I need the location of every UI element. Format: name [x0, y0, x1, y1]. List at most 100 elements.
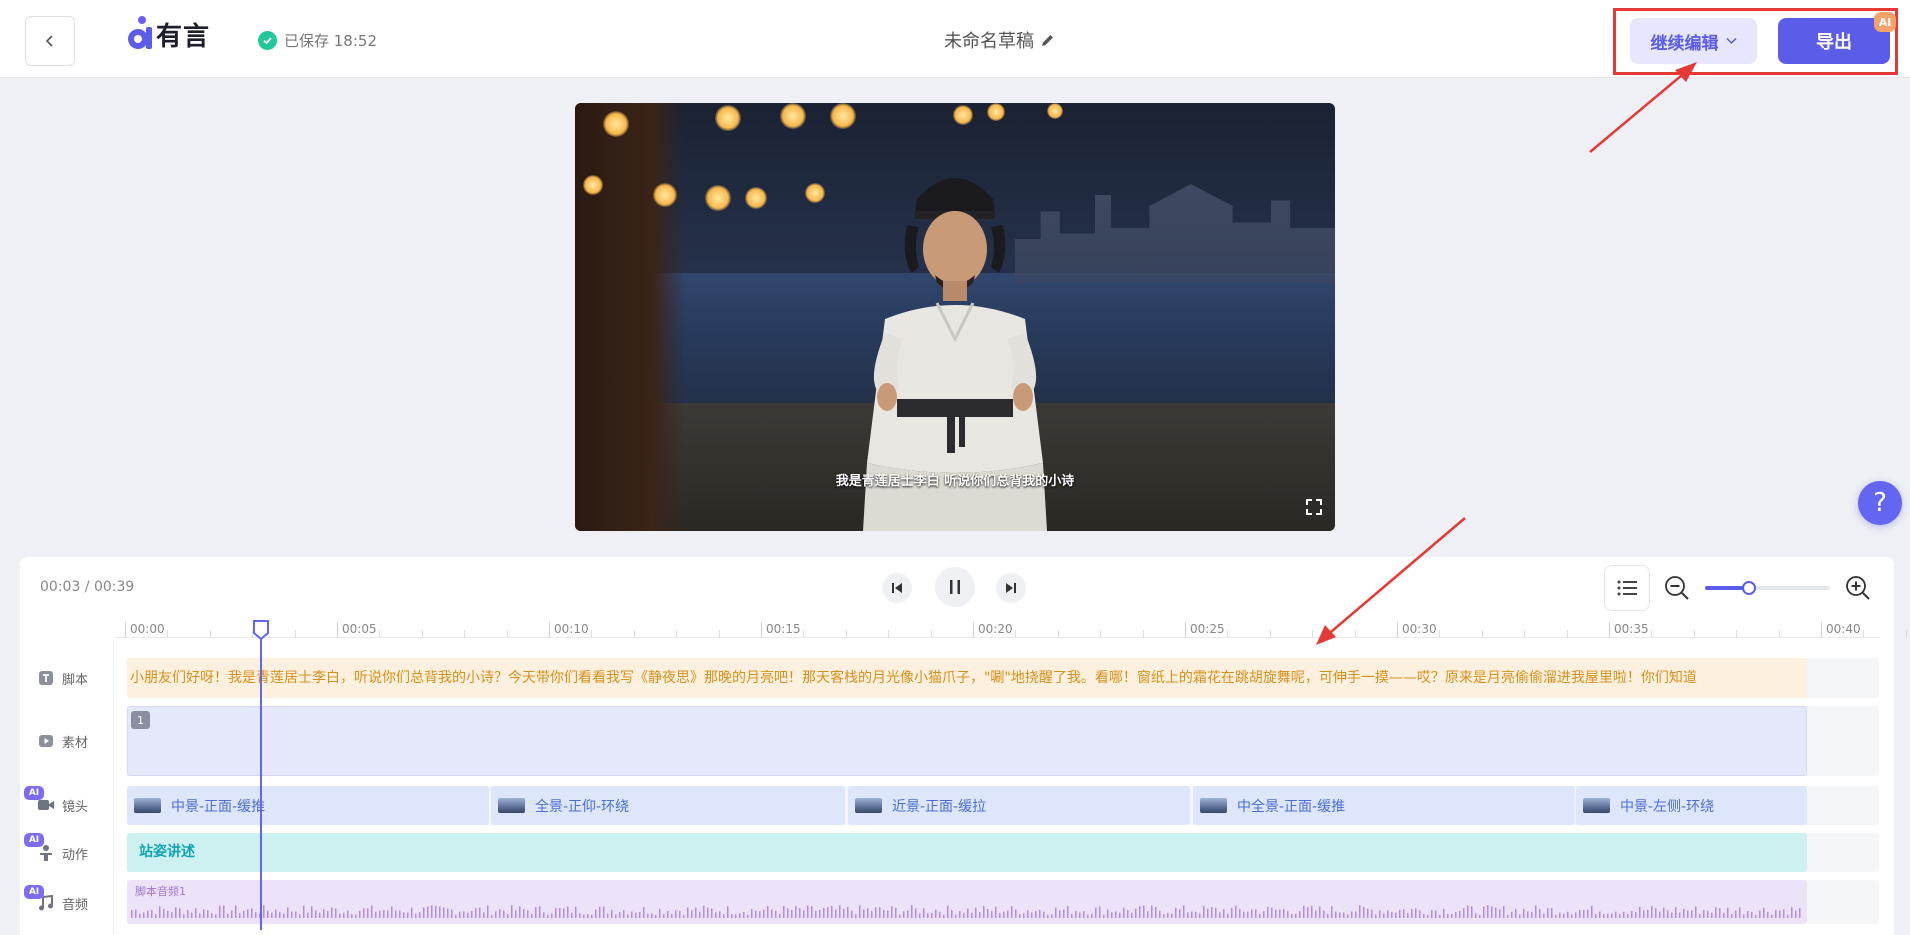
waveform-bar — [707, 907, 709, 918]
ruler-minor-tick — [1439, 630, 1441, 638]
save-status: 已保存 18:52 — [258, 30, 377, 51]
waveform-bar — [1287, 911, 1289, 918]
shot-clip[interactable]: 全景-正仰-环绕 — [491, 786, 845, 825]
waveform-bar — [1027, 910, 1029, 918]
video-preview[interactable]: 我是青莲居士李白 听说你们总背我的小诗 — [575, 103, 1335, 531]
waveform-bar — [1343, 912, 1345, 918]
waveform-bar — [303, 905, 305, 918]
shot-clip[interactable]: 中景-正面-缓推 — [127, 786, 489, 825]
waveform-bar — [783, 906, 785, 918]
skip-back-button[interactable] — [882, 573, 912, 603]
waveform-bar — [555, 907, 557, 918]
waveform-bar — [155, 914, 157, 918]
video-icon — [37, 732, 55, 750]
playhead-handle[interactable] — [252, 620, 270, 640]
zoom-out-icon[interactable] — [1664, 575, 1690, 601]
waveform-bar — [1155, 906, 1157, 918]
edit-pencil-icon[interactable] — [1040, 33, 1055, 48]
waveform-bar — [899, 914, 901, 918]
ruler-tick: 00:25 — [1185, 622, 1225, 638]
waveform-bar — [1799, 907, 1801, 918]
waveform-bar — [1611, 913, 1613, 918]
track-label-action[interactable]: 动作 — [33, 839, 99, 867]
waveform-bar — [399, 910, 401, 918]
list-icon — [1617, 580, 1637, 596]
skip-back-icon — [892, 583, 902, 593]
zoom-in-icon[interactable] — [1845, 575, 1871, 601]
waveform-bar — [383, 910, 385, 918]
lantern-light — [1047, 103, 1063, 119]
waveform-bar — [563, 908, 565, 918]
waveform-bar — [963, 913, 965, 918]
waveform-bar — [267, 910, 269, 918]
waveform-bar — [523, 909, 525, 918]
list-view-button[interactable] — [1604, 565, 1650, 611]
waveform-bar — [1603, 914, 1605, 918]
waveform-bar — [551, 913, 553, 918]
waveform-bar — [443, 907, 445, 918]
shot-clip[interactable]: 中全景-正面-缓推 — [1193, 786, 1575, 825]
waveform-bar — [1103, 914, 1105, 918]
waveform-bar — [1615, 911, 1617, 918]
zoom-slider-handle[interactable] — [1742, 581, 1756, 595]
track-label-material[interactable]: 素材 — [33, 727, 99, 755]
ruler-minor-tick — [633, 630, 635, 638]
waveform-bar — [1151, 905, 1153, 918]
waveform-bar — [731, 914, 733, 918]
waveform-bar — [1163, 914, 1165, 918]
waveform-bar — [507, 914, 509, 918]
waveform-bar — [859, 905, 861, 918]
track-label-audio[interactable]: 音频 — [33, 889, 99, 917]
waveform-bar — [1471, 906, 1473, 918]
waveform-bar — [1175, 907, 1177, 918]
waveform-bar — [871, 911, 873, 918]
waveform-bar — [1183, 905, 1185, 918]
ruler-tick: 00:35 — [1609, 622, 1649, 638]
waveform-bar — [1519, 914, 1521, 918]
audio-clip[interactable]: 脚本音频1 — [127, 880, 1807, 924]
continue-edit-button[interactable]: 继续编辑 — [1630, 18, 1757, 64]
waveform-bar — [699, 911, 701, 918]
waveform-bar — [1211, 907, 1213, 918]
waveform-bar — [323, 908, 325, 918]
action-clip[interactable]: 站姿讲述 — [127, 833, 1807, 872]
waveform-bar — [331, 907, 333, 918]
help-button[interactable]: ? — [1858, 481, 1902, 525]
waveform-bar — [987, 909, 989, 918]
waveform-bar — [815, 910, 817, 918]
waveform-bar — [863, 909, 865, 918]
waveform-bar — [367, 908, 369, 918]
waveform-bar — [1423, 914, 1425, 918]
waveform-bar — [163, 909, 165, 918]
waveform-bar — [839, 905, 841, 918]
skip-forward-button[interactable] — [996, 573, 1026, 603]
waveform-bar — [251, 908, 253, 918]
track-label-shot[interactable]: 镜头 — [33, 791, 99, 819]
script-clip[interactable]: 小朋友们好呀！我是青莲居士李白，听说你们总背我的小诗？今天带你们看看我写《静夜思… — [127, 658, 1807, 698]
shot-clip[interactable]: 中景-左侧-环绕 — [1576, 786, 1807, 825]
pause-button[interactable] — [935, 567, 975, 607]
waveform-bar — [583, 914, 585, 918]
waveform-bar — [1147, 911, 1149, 918]
track-label-script[interactable]: 脚本 — [33, 664, 99, 692]
waveform-bar — [755, 910, 757, 918]
lantern-light — [780, 103, 806, 129]
waveform-bar — [1511, 911, 1513, 918]
lantern-light — [745, 187, 767, 209]
waveform-bar — [1443, 908, 1445, 918]
waveform-bar — [1767, 911, 1769, 918]
shot-clip[interactable]: 近景-正面-缓拉 — [848, 786, 1190, 825]
material-clip[interactable] — [127, 706, 1807, 776]
waveform-bar — [143, 912, 145, 918]
back-button[interactable] — [25, 16, 75, 66]
waveform-bar — [887, 910, 889, 918]
ruler-minor-tick — [1863, 630, 1865, 638]
fullscreen-icon[interactable] — [1303, 496, 1325, 518]
waveform-bar — [803, 910, 805, 918]
waveform-bar — [167, 910, 169, 918]
time-ruler[interactable]: 00:00 00:05 00:10 00:15 00:20 00:25 00:3… — [115, 618, 1907, 638]
waveform-bar — [847, 906, 849, 918]
waveform-bar — [1075, 910, 1077, 918]
waveform-bar — [751, 908, 753, 918]
doc-title[interactable]: 未命名草稿 — [944, 27, 1055, 53]
